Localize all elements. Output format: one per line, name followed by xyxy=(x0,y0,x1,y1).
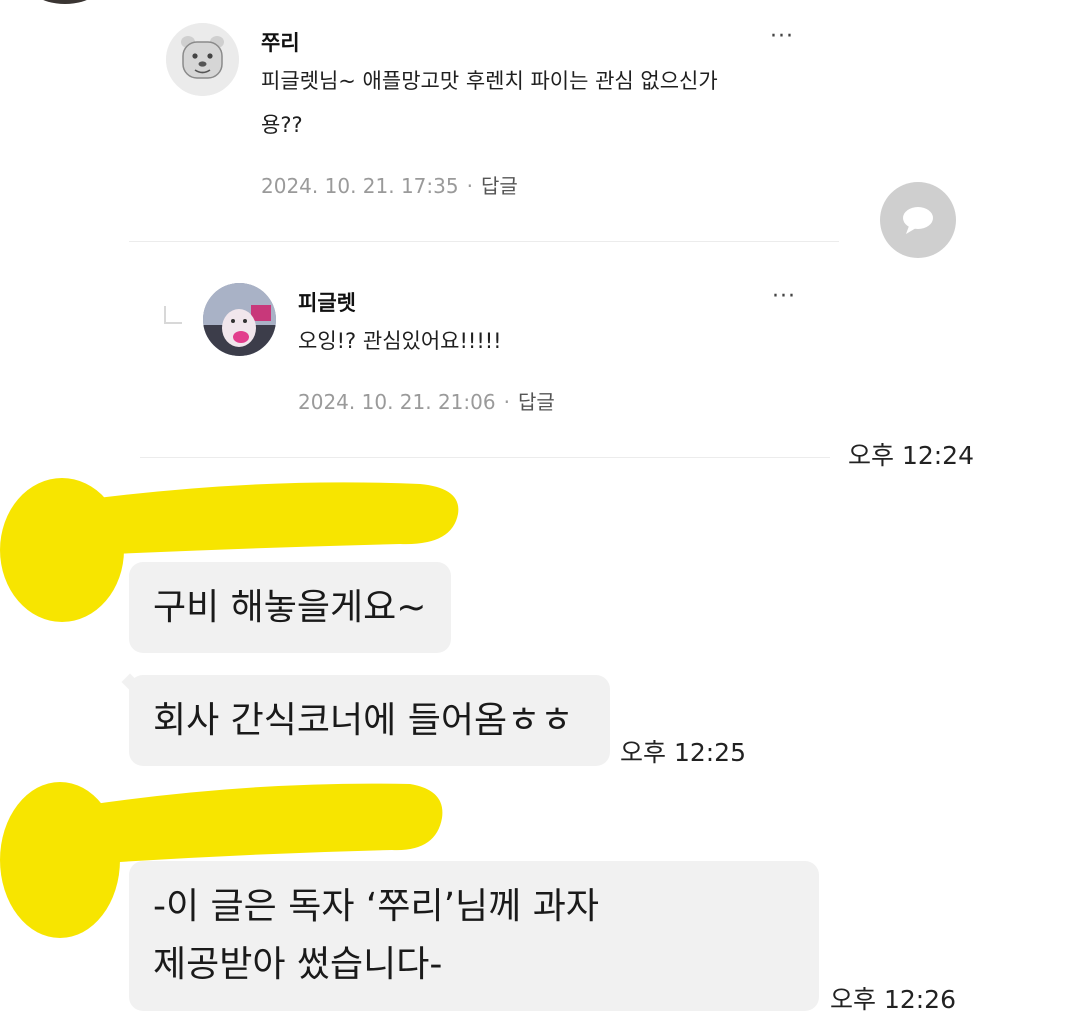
comment-date: 2024. 10. 21. 21:06 xyxy=(298,390,496,414)
chat-bubble-text-line1: -이 글은 독자 ‘쭈리’님께 과자 xyxy=(153,886,599,927)
comment-meta: 2024. 10. 21. 21:06 · 답글 xyxy=(298,386,555,415)
chat-bubble-text-line2: 제공받아 썼습니다- xyxy=(153,944,443,985)
chat-bubble-text: 회사 간식코너에 들어옴ㅎㅎ xyxy=(153,700,574,741)
message-time: 오후 12:26 xyxy=(830,985,956,1014)
comment-text-line1: 피글렛님~ 애플망고맛 후렌치 파이는 관심 없으신가 xyxy=(261,69,718,93)
reply-indent-icon xyxy=(164,306,182,324)
comment-divider xyxy=(140,457,830,458)
chat-bubble[interactable]: 회사 간식코너에 들어옴ㅎㅎ xyxy=(129,675,610,766)
more-dots-icon[interactable]: ··· xyxy=(770,24,794,49)
chat-bubble[interactable]: 구비 해놓을게요~ xyxy=(129,562,451,653)
chat-bubble[interactable]: -이 글은 독자 ‘쭈리’님께 과자 제공받아 썼습니다- xyxy=(129,861,819,1011)
avatar-piglet[interactable] xyxy=(203,283,276,356)
comment-author[interactable]: 쭈리 xyxy=(261,27,300,57)
comment-text-line2: 용?? xyxy=(261,113,303,137)
comment-author[interactable]: 피글렛 xyxy=(298,287,356,317)
comment-meta: 2024. 10. 21. 17:35 · 답글 xyxy=(261,170,518,199)
chat-fab-button[interactable] xyxy=(880,182,956,258)
avatar-jjuri[interactable] xyxy=(166,23,239,96)
chat-bubble-text: 구비 해놓을게요~ xyxy=(153,587,427,628)
separator-dot: · xyxy=(503,390,510,414)
comment-divider xyxy=(129,241,839,242)
piglet-photo-avatar xyxy=(203,283,276,356)
reply-link[interactable]: 답글 xyxy=(518,390,555,414)
speech-bubble-icon xyxy=(903,207,933,234)
message-time: 오후 12:24 xyxy=(848,441,974,470)
previous-avatar-partial xyxy=(20,0,110,4)
reply-link[interactable]: 답글 xyxy=(481,174,518,198)
comment-text-line1: 오잉!? 관심있어요!!!!! xyxy=(298,329,502,353)
more-dots-icon[interactable]: ··· xyxy=(772,284,796,309)
comment-date: 2024. 10. 21. 17:35 xyxy=(261,174,459,198)
dog-avatar-icon xyxy=(166,23,239,96)
message-time: 오후 12:25 xyxy=(620,738,746,767)
separator-dot: · xyxy=(466,174,473,198)
